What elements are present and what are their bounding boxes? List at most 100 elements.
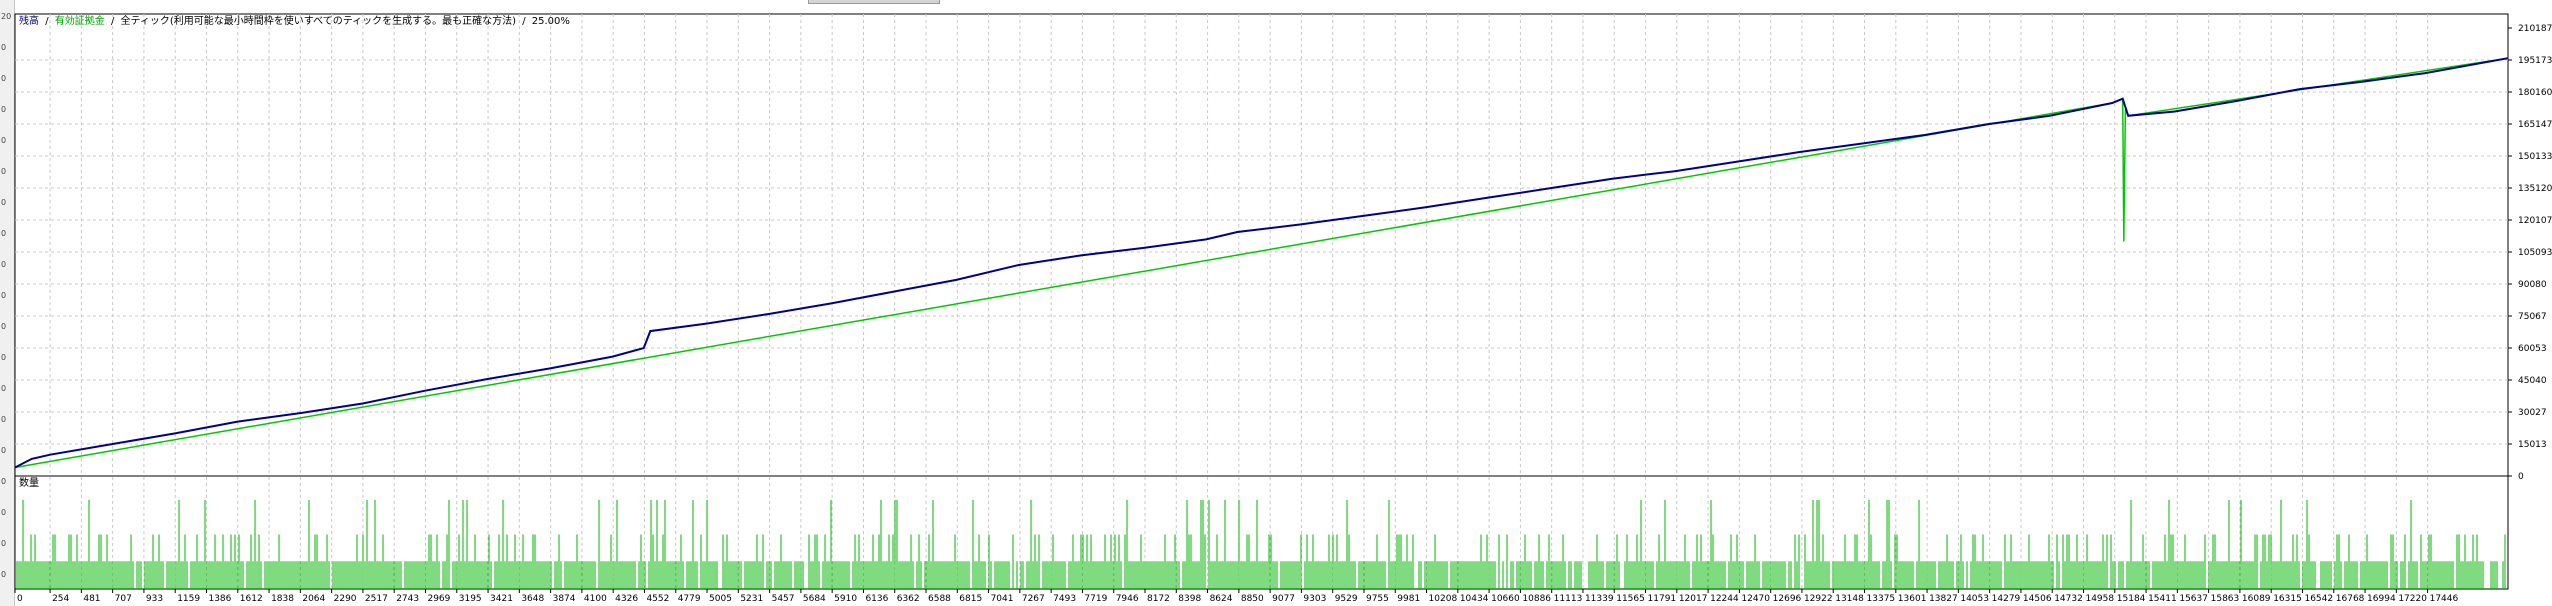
x-tick-label: 9529 — [1335, 594, 1358, 604]
x-tick-label: 15863 — [2211, 594, 2240, 604]
y-tick-label: 180160 — [2518, 88, 2552, 98]
strip-tick-label: 0 — [1, 446, 7, 455]
x-tick-label: 16542 — [2304, 594, 2333, 604]
x-tick-label: 13148 — [1835, 594, 1864, 604]
x-tick-label: 7041 — [991, 594, 1014, 604]
x-tick-label: 10434 — [1460, 594, 1489, 604]
y-tick-label: 45040 — [2518, 376, 2547, 386]
x-tick-label: 12244 — [1710, 594, 1739, 604]
x-tick-label: 13827 — [1929, 594, 1958, 604]
strip-tick-label: 0 — [1, 260, 7, 269]
x-tick-label: 9303 — [1303, 594, 1326, 604]
main-chart-frame — [14, 13, 2509, 477]
x-tick-label: 1386 — [208, 594, 231, 604]
volume-label: 数量 — [19, 476, 39, 489]
x-tick-label: 9755 — [1366, 594, 1389, 604]
y-axis-ticks: 210187 195173 180160 165147 150133 135120 1201… — [2508, 24, 2552, 482]
x-tick-label: 16768 — [2336, 594, 2365, 604]
strip-tick-label: 0 — [1, 353, 7, 362]
y-tick-label: 150133 — [2518, 152, 2552, 162]
x-tick-label: 5910 — [834, 594, 857, 604]
x-tick-label: 2517 — [365, 594, 388, 604]
x-tick-label: 6362 — [897, 594, 920, 604]
x-tick-label: 15637 — [2179, 594, 2208, 604]
x-tick-label: 1838 — [271, 594, 294, 604]
x-tick-label: 0 — [17, 594, 23, 604]
x-tick-label: 4779 — [678, 594, 701, 604]
x-tick-label: 4552 — [646, 594, 669, 604]
legend-sep-3: / — [522, 16, 526, 27]
x-tick-label: 1612 — [240, 594, 263, 604]
y-tick-label: 195173 — [2518, 56, 2552, 66]
x-tick-label: 10660 — [1491, 594, 1520, 604]
x-tick-label: 5457 — [772, 594, 795, 604]
x-tick-label: 5005 — [709, 594, 732, 604]
legend-mode: 全ティック(利用可能な最小時間枠を使いすべてのティックを生成する。最も正確な方法… — [121, 14, 517, 27]
strip-tick-label: 0 — [1, 384, 7, 393]
strip-tick-label: 0 — [1, 508, 7, 517]
x-tick-label: 14053 — [1960, 594, 1989, 604]
strip-tick-label: 0 — [1, 477, 7, 486]
x-tick-label: 9981 — [1397, 594, 1420, 604]
x-tick-label: 8624 — [1210, 594, 1233, 604]
x-tick-label: 15411 — [2148, 594, 2177, 604]
legend-sep-1: / — [45, 16, 49, 27]
y-tick-label: 0 — [2518, 472, 2524, 482]
y-tick-label: 75067 — [2518, 312, 2547, 322]
x-tick-label: 7946 — [1116, 594, 1139, 604]
x-tick-label: 4326 — [615, 594, 638, 604]
strip-tick-label: 0 — [1, 229, 7, 238]
y-tick-label: 15013 — [2518, 440, 2547, 450]
strip-tick-label: 0 — [1, 43, 7, 52]
y-tick-label: 120107 — [2518, 216, 2552, 226]
strip-tick-label: 0 — [1, 539, 7, 548]
legend-balance: 残高 — [19, 14, 39, 27]
x-tick-label: 11791 — [1648, 594, 1677, 604]
x-tick-label: 14506 — [2023, 594, 2052, 604]
balance-chart: 210187 195173 180160 165147 150133 135120 1201… — [14, 13, 2552, 604]
x-tick-label: 8850 — [1241, 594, 1264, 604]
y-tick-label: 105093 — [2518, 248, 2552, 258]
x-tick-label: 17446 — [2430, 594, 2459, 604]
x-tick-label: 16089 — [2242, 594, 2271, 604]
x-tick-label: 17220 — [2398, 594, 2427, 604]
x-tick-label: 16994 — [2367, 594, 2396, 604]
y-tick-label: 60053 — [2518, 344, 2547, 354]
strip-tick-label: 0 — [1, 105, 7, 114]
x-tick-label: 12696 — [1773, 594, 1802, 604]
x-tick-label: 12017 — [1679, 594, 1708, 604]
strip-tick-label: 0 — [1, 74, 7, 83]
x-tick-label: 12922 — [1804, 594, 1833, 604]
x-tick-label: 14958 — [2085, 594, 2114, 604]
x-tick-label: 2064 — [302, 594, 325, 604]
y-tick-label: 135120 — [2518, 184, 2552, 194]
strip-tick-label: 0 — [1, 167, 7, 176]
x-tick-label: 13375 — [1867, 594, 1896, 604]
x-tick-label: 16315 — [2273, 594, 2302, 604]
x-tick-label: 3421 — [490, 594, 513, 604]
x-tick-label: 15184 — [2117, 594, 2146, 604]
x-tick-label: 14732 — [2054, 594, 2083, 604]
strip-tick-label: 0 — [1, 415, 7, 424]
x-tick-label: 6588 — [928, 594, 951, 604]
x-tick-label: 5684 — [803, 594, 826, 604]
legend-equity: 有効証拠金 — [55, 14, 105, 27]
x-tick-label: 5231 — [740, 594, 763, 604]
x-tick-label: 3874 — [553, 594, 576, 604]
strip-tick-label: 20 — [1, 12, 12, 21]
x-tick-label: 12470 — [1741, 594, 1770, 604]
strip-tick-label: 0 — [1, 322, 7, 331]
x-tick-label: 7267 — [1022, 594, 1045, 604]
y-tick-label: 30027 — [2518, 408, 2547, 418]
x-tick-label: 1159 — [177, 594, 200, 604]
legend-percent: 25.00% — [532, 16, 570, 27]
x-tick-label: 10886 — [1522, 594, 1551, 604]
svg-text:残高 / 有効証拠金 / 全: 残高 / 有効証拠金 / 全ティック(利用可能な最小時間枠を使いすべてのティック… — [19, 14, 570, 27]
x-tick-label: 7719 — [1084, 594, 1107, 604]
x-tick-label: 3648 — [521, 594, 544, 604]
x-tick-label: 8172 — [1147, 594, 1170, 604]
y-tick-label: 210187 — [2518, 24, 2552, 34]
x-tick-label: 2290 — [334, 594, 357, 604]
x-tick-label: 9077 — [1272, 594, 1295, 604]
y-tick-label: 90080 — [2518, 280, 2547, 290]
